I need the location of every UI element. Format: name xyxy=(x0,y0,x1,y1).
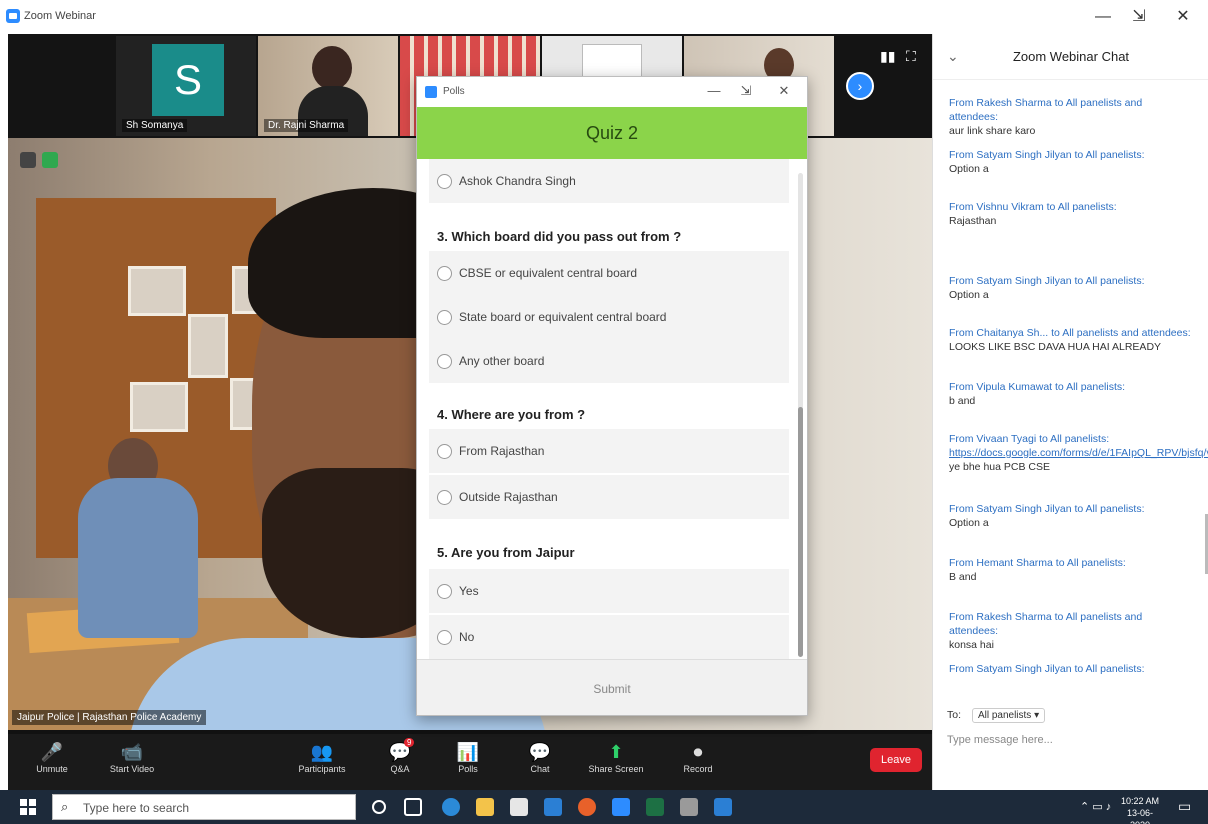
video-quality-icon xyxy=(20,152,36,168)
zoom-logo-icon xyxy=(6,9,20,23)
microphone-icon: 🎤 xyxy=(40,742,64,762)
share-screen-icon: ⬆ xyxy=(608,742,624,762)
cortana-icon[interactable] xyxy=(372,800,386,814)
chat-message: From Satyam Singh Jilyan to All panelist… xyxy=(949,503,1145,529)
poll-titlebar: Polls — ⇲ ✕ xyxy=(417,77,807,107)
search-icon: ⌕ xyxy=(61,799,69,814)
zoom-taskbar-icon[interactable] xyxy=(612,798,630,816)
option-radio[interactable]: Outside Rajasthan xyxy=(429,475,789,519)
participant-name: Dr. Rajni Sharma xyxy=(264,119,349,132)
submit-button[interactable]: Submit xyxy=(582,678,642,700)
chat-title: Zoom Webinar Chat xyxy=(1012,49,1130,64)
chat-message: From Satyam Singh Jilyan to All panelist… xyxy=(949,149,1145,175)
window-title: Zoom Webinar xyxy=(24,10,96,22)
taskbar-search[interactable]: ⌕ Type here to search xyxy=(52,794,356,820)
chat-panel: ⌄ Zoom Webinar Chat From Rakesh Sharma t… xyxy=(932,34,1208,790)
unmute-button[interactable]: 🎤 Unmute xyxy=(20,740,84,774)
chat-icon: 💬 xyxy=(528,742,552,762)
poll-window: Polls — ⇲ ✕ Quiz 2 Ashok Chandra Singh 3… xyxy=(416,76,808,716)
firefox-icon[interactable] xyxy=(578,798,596,816)
notifications-icon[interactable]: ▭ xyxy=(1178,798,1191,815)
chat-recipient: To: All panelists ▾ xyxy=(947,708,1046,723)
excel-icon[interactable] xyxy=(646,798,664,816)
chat-message-input[interactable]: Type message here... xyxy=(947,734,1197,764)
windows-start-icon[interactable] xyxy=(20,799,36,815)
record-icon: ⏺ xyxy=(693,742,703,762)
store-icon[interactable] xyxy=(510,798,528,816)
fullscreen-icon[interactable]: ⛶ xyxy=(906,48,916,65)
file-explorer-icon[interactable] xyxy=(476,798,494,816)
chat-message: From Satyam Singh Jilyan to All panelist… xyxy=(949,663,1145,675)
quiz-questions: Ashok Chandra Singh 3. Which board did y… xyxy=(417,159,807,659)
poll-scrollbar-thumb[interactable] xyxy=(798,407,803,657)
chat-message: From Vipula Kumawat to All panelists: b a… xyxy=(949,381,1126,407)
polls-button[interactable]: 📊 Polls xyxy=(436,740,500,774)
option-radio[interactable]: Yes xyxy=(429,569,789,613)
zoom-logo-icon xyxy=(425,86,437,98)
calculator-icon[interactable] xyxy=(680,798,698,816)
window-titlebar: Zoom Webinar — ⇲ ✕ xyxy=(0,0,1208,34)
restore-button[interactable]: ⇲ xyxy=(1124,6,1154,28)
windows-taskbar: ⌕ Type here to search ⌃ ▭ ♪ 10:22 AM 13-0… xyxy=(0,790,1208,824)
start-video-button[interactable]: 📹 Start Video xyxy=(100,740,164,774)
minimize-button[interactable]: — xyxy=(1088,6,1118,28)
participants-icon: 👥 xyxy=(310,742,334,762)
next-page-icon[interactable]: › xyxy=(846,72,874,100)
participant-thumbnail[interactable]: S Sh Somanya xyxy=(116,36,256,136)
poll-close-button[interactable]: ✕ xyxy=(773,83,795,99)
chat-link[interactable]: https://docs.google.com/forms/d/e/1FAIpQ… xyxy=(949,447,1208,459)
speaker-name: Jaipur Police | Rajasthan Police Academy xyxy=(12,710,207,725)
poll-footer: Submit xyxy=(417,659,807,715)
share-screen-button[interactable]: ⬆ Share Screen xyxy=(584,740,648,774)
recipient-dropdown[interactable]: All panelists ▾ xyxy=(971,708,1046,723)
chat-button[interactable]: 💬 Chat xyxy=(508,740,572,774)
question-title: 5. Are you from Jaipur xyxy=(437,545,575,560)
poll-window-title: Polls xyxy=(443,86,465,97)
chat-message: From Rakesh Sharma to All panelists and … xyxy=(949,611,1143,651)
polls-icon: 📊 xyxy=(456,742,480,762)
question-title: 4. Where are you from ? xyxy=(437,407,586,422)
photos-icon[interactable] xyxy=(714,798,732,816)
chat-message: From Rakesh Sharma to All panelists and … xyxy=(949,97,1143,137)
encryption-icon xyxy=(42,152,58,168)
qa-button[interactable]: 💬 9 Q&A xyxy=(368,738,432,774)
chat-message: From Vishnu Vikram to All panelists: Raja… xyxy=(949,201,1117,227)
question-title: 3. Which board did you pass out from ? xyxy=(437,229,682,244)
option-radio[interactable]: CBSE or equivalent central board xyxy=(429,251,789,295)
poll-minimize-button[interactable]: — xyxy=(703,83,725,98)
participant-name: Sh Somanya xyxy=(122,119,188,132)
camera-icon: 📹 xyxy=(120,742,144,762)
chat-message: From Chaitanya Sh... to All panelists an… xyxy=(949,327,1191,353)
option-radio[interactable]: No xyxy=(429,615,789,659)
chat-message: From Hemant Sharma to All panelists: B an… xyxy=(949,557,1126,583)
task-view-icon[interactable] xyxy=(404,798,422,816)
edge-icon[interactable] xyxy=(442,798,460,816)
option-radio[interactable]: From Rajasthan xyxy=(429,429,789,473)
chat-message: From Vivaan Tyagi to All panelists: http… xyxy=(949,432,1208,474)
close-button[interactable]: ✕ xyxy=(1168,6,1198,28)
record-button[interactable]: ⏺ Record xyxy=(666,740,730,774)
meeting-toolbar: 🎤 Unmute 📹 Start Video 👥 Participants 💬 … xyxy=(8,734,932,790)
gallery-layout-icon[interactable]: ▮▮ xyxy=(880,48,895,65)
chat-header: ⌄ Zoom Webinar Chat xyxy=(933,34,1208,80)
option-radio[interactable]: Ashok Chandra Singh xyxy=(429,159,789,203)
leave-button[interactable]: Leave xyxy=(870,748,922,772)
participant-avatar: S xyxy=(152,44,224,116)
option-radio[interactable]: State board or equivalent central board xyxy=(429,295,789,339)
quiz-title: Quiz 2 xyxy=(417,107,807,159)
option-radio[interactable]: Any other board xyxy=(429,339,789,383)
poll-restore-button[interactable]: ⇲ xyxy=(735,83,757,99)
chat-message: From Satyam Singh Jilyan to All panelist… xyxy=(949,275,1145,301)
participant-thumbnail[interactable]: Dr. Rajni Sharma xyxy=(258,36,398,136)
mail-icon[interactable] xyxy=(544,798,562,816)
participants-button[interactable]: 👥 Participants xyxy=(290,740,354,774)
system-tray-icons[interactable]: ⌃ ▭ ♪ xyxy=(1080,800,1111,813)
qa-icon: 💬 xyxy=(388,742,412,762)
taskbar-clock[interactable]: 10:22 AM13-06-2020 xyxy=(1118,795,1162,824)
